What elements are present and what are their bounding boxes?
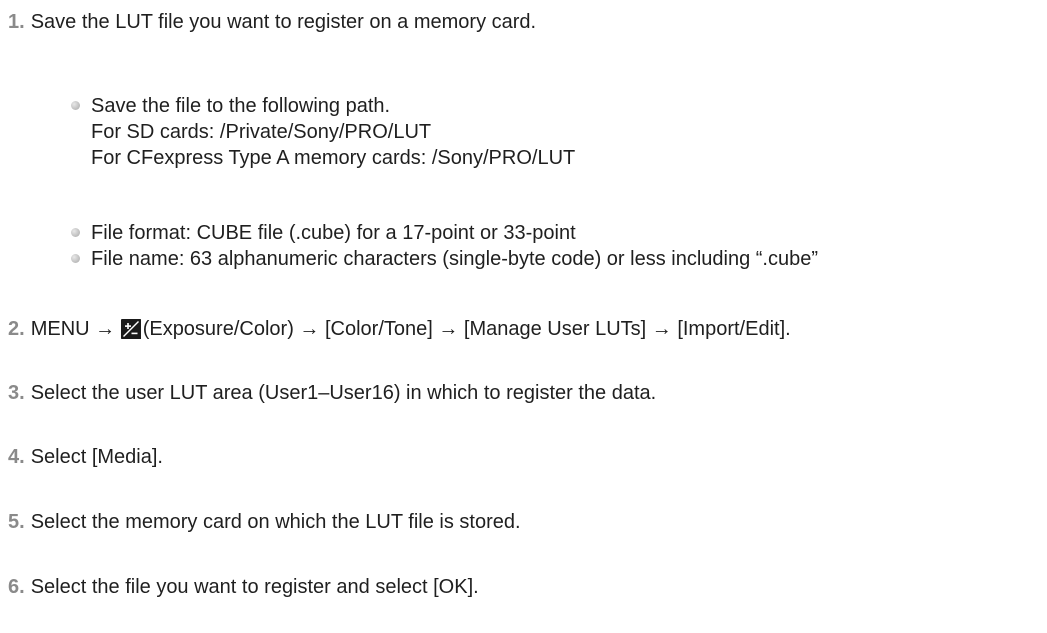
step-number: 3. (8, 382, 25, 404)
step-6: 6. Select the file you want to register a… (8, 575, 479, 599)
bullet-line: File format: CUBE file (.cube) for a 17-… (91, 222, 576, 244)
step-text: Select the user LUT area (User1–User16) … (30, 382, 657, 404)
bullet-line: File name: 63 alphanumeric characters (s… (91, 248, 819, 270)
list-item: File format: CUBE file (.cube) for a 17-… (71, 220, 576, 246)
step-text: Select the memory card on which the LUT … (30, 511, 521, 533)
exposure-color-icon (120, 319, 141, 339)
step-2: 2. MENU → (Exposure/Color) → [Color/Tone]… (8, 317, 791, 341)
list-item: Save the file to the following path. For… (71, 93, 576, 171)
step-text: Save the LUT file you want to register o… (30, 11, 537, 33)
step-number: 5. (8, 511, 25, 533)
bullet-icon (71, 101, 80, 110)
step-text: Select the file you want to register and… (30, 576, 479, 598)
step-text: Select [Media]. (30, 446, 163, 468)
list-item: File name: 63 alphanumeric characters (s… (71, 246, 819, 272)
instruction-page: 1. Save the LUT file you want to register… (0, 0, 1047, 633)
bullet-icon (71, 254, 80, 263)
bullet-line: Save the file to the following path. (91, 95, 391, 117)
step-number: 4. (8, 446, 25, 468)
bullet-line: For SD cards: /Private/Sony/PRO/LUT (91, 121, 432, 143)
step-number: 1. (8, 11, 25, 33)
bullet-icon (71, 228, 80, 237)
step-number: 6. (8, 576, 25, 598)
step-text-before-icon: MENU → (30, 318, 121, 340)
bullet-line: For CFexpress Type A memory cards: /Sony… (91, 147, 576, 169)
step-3: 3. Select the user LUT area (User1–User16… (8, 381, 656, 405)
step-1: 1. Save the LUT file you want to register… (8, 10, 536, 34)
step-number: 2. (8, 318, 25, 340)
step-4: 4. Select [Media]. (8, 445, 163, 469)
step-5: 5. Select the memory card on which the LU… (8, 510, 521, 534)
step-text-after-icon: (Exposure/Color) → [Color/Tone] → [Manag… (142, 318, 791, 340)
